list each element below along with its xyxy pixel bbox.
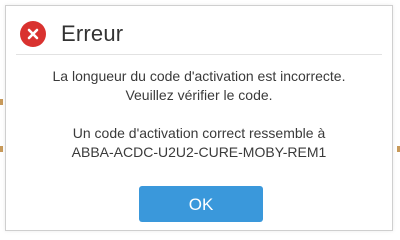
background-fragment <box>0 146 3 152</box>
message-line: Veuillez vérifier le code. <box>125 87 273 103</box>
message-line: Un code d'activation correct ressemble à <box>72 125 326 141</box>
error-dialog: Erreur La longueur du code d'activation … <box>5 5 393 231</box>
message-line: La longueur du code d'activation est inc… <box>52 68 346 84</box>
ok-button[interactable]: OK <box>139 186 263 222</box>
error-icon <box>20 21 46 47</box>
dialog-title: Erreur <box>61 21 124 46</box>
close-x-glyph <box>27 28 39 40</box>
background-fragment <box>0 99 3 105</box>
dialog-message: La longueur du code d'activation est inc… <box>6 67 392 162</box>
dialog-header: Erreur <box>16 14 382 55</box>
example-code: ABBA-ACDC-U2U2-CURE-MOBY-REM1 <box>71 144 327 160</box>
